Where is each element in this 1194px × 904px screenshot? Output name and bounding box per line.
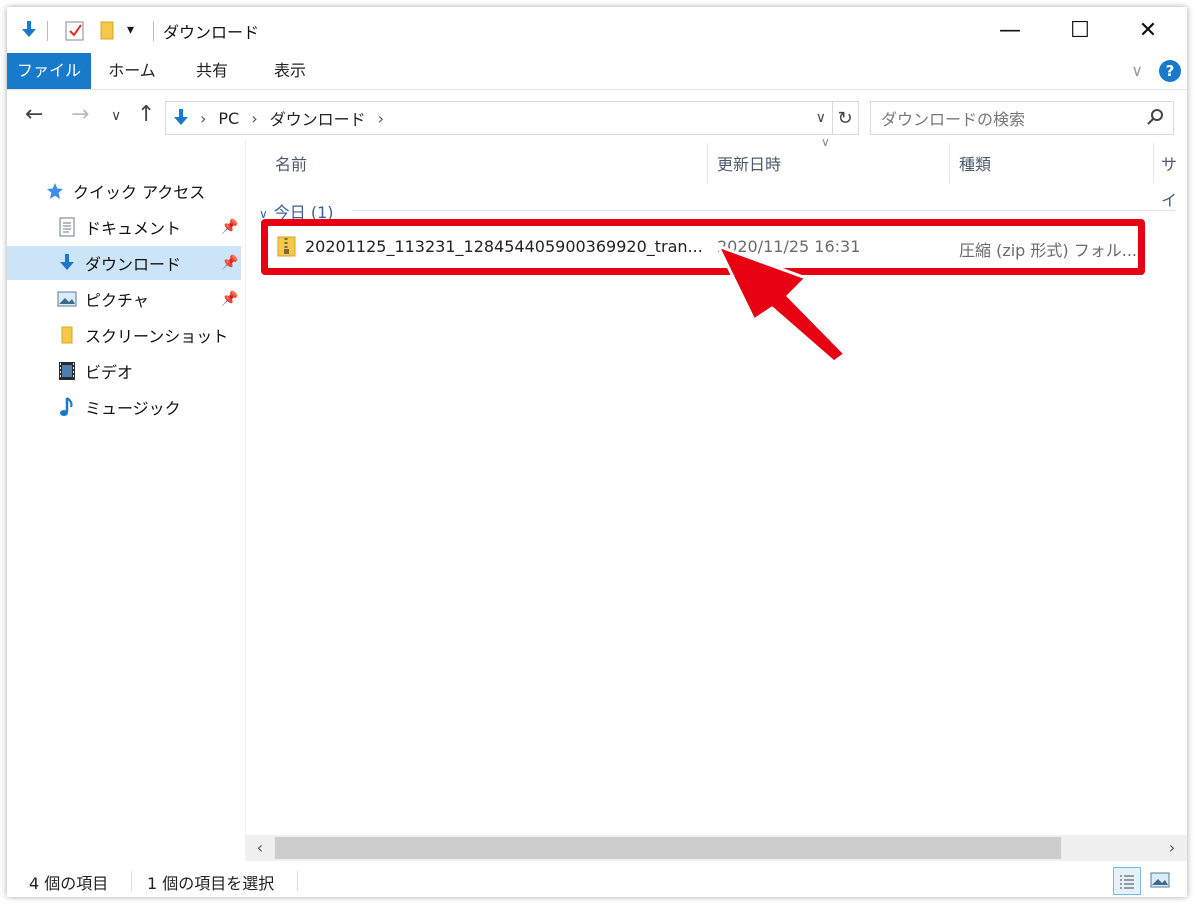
back-button[interactable]: ← <box>25 102 43 127</box>
column-header-modified[interactable]: 更新日時 <box>717 147 781 187</box>
folder-icon <box>57 325 77 345</box>
pin-icon: 📌 <box>221 219 239 235</box>
document-icon <box>57 217 77 237</box>
large-icons-view-icon <box>1150 872 1170 888</box>
sidebar-item-documents[interactable]: ドキュメント 📌 <box>7 210 241 244</box>
breadcrumb-separator: › <box>200 108 207 128</box>
sidebar-item-videos[interactable]: ビデオ <box>7 354 241 388</box>
up-button[interactable]: ↑ <box>137 102 155 127</box>
sidebar-item-downloads[interactable]: ダウンロード 📌 <box>7 246 241 280</box>
close-button[interactable]: ✕ <box>1125 7 1171 53</box>
details-view-icon <box>1120 875 1134 889</box>
ribbon-expand-icon[interactable]: ∨ <box>1131 61 1143 80</box>
recent-locations-button[interactable]: ∨ <box>111 108 121 124</box>
sidebar-item-quick-access[interactable]: クイック アクセス <box>7 174 241 208</box>
sidebar-item-label: ビデオ <box>85 363 134 382</box>
highlight-box <box>261 219 1145 275</box>
sidebar-item-screenshots[interactable]: スクリーンショット <box>7 318 241 352</box>
scroll-right-icon[interactable]: › <box>1161 837 1183 859</box>
selection-count: 1 個の項目を選択 <box>147 874 275 893</box>
sidebar-item-label: スクリーンショット <box>85 327 229 346</box>
customize-qat-icon[interactable]: ▾ <box>127 19 134 41</box>
sidebar-item-label: ドキュメント <box>85 219 182 238</box>
star-icon <box>45 181 65 201</box>
large-icons-view-button[interactable] <box>1147 867 1173 893</box>
maximize-button[interactable]: ☐ <box>1057 7 1103 53</box>
sidebar-item-music[interactable]: ミュージック <box>7 390 241 424</box>
search-input[interactable]: ダウンロードの検索 <box>881 106 1025 130</box>
breadcrumb-downloads[interactable]: ダウンロード <box>270 106 366 130</box>
properties-icon[interactable] <box>65 19 85 41</box>
breadcrumb-separator: › <box>251 108 258 128</box>
column-header-size[interactable]: サイ <box>1161 147 1187 210</box>
title-bar: ▾ ダウンロード — ☐ ✕ <box>7 7 1187 53</box>
window-title: ダウンロード <box>163 23 260 42</box>
minimize-button[interactable]: — <box>987 7 1033 53</box>
quick-access-download-icon[interactable] <box>19 19 39 41</box>
column-header-type[interactable]: 種類 <box>959 147 991 187</box>
item-count: 4 個の項目 <box>29 874 109 893</box>
tab-file[interactable]: ファイル <box>7 53 91 89</box>
sort-indicator-icon: ∨ <box>821 135 830 149</box>
sidebar-item-label: ピクチャ <box>85 291 149 310</box>
forward-button[interactable]: → <box>71 102 89 127</box>
sidebar-item-label: クイック アクセス <box>73 183 206 202</box>
tab-home[interactable]: ホーム <box>99 53 165 89</box>
video-icon <box>57 361 77 381</box>
scrollbar-thumb[interactable] <box>275 837 1061 859</box>
explorer-window: ▾ ダウンロード — ☐ ✕ ファイル ホーム 共有 表示 ∨ ? ← → ∨ … <box>7 7 1187 897</box>
navigation-bar: ← → ∨ ↑ › PC › ダウンロード › ∨ ↻ ダウンロードの検索 <box>7 90 1187 140</box>
search-box[interactable]: ダウンロードの検索 <box>870 101 1174 135</box>
pin-icon: 📌 <box>221 255 239 271</box>
address-dropdown-icon[interactable]: ∨ <box>816 110 826 126</box>
sidebar-item-pictures[interactable]: ピクチャ 📌 <box>7 282 241 316</box>
pin-icon: 📌 <box>221 291 239 307</box>
column-header-name[interactable]: 名前 <box>275 147 307 187</box>
tab-share[interactable]: 共有 <box>181 53 243 89</box>
breadcrumb-pc[interactable]: PC <box>218 109 239 128</box>
picture-icon <box>57 289 77 309</box>
download-location-icon <box>172 108 190 128</box>
music-icon <box>57 397 77 417</box>
download-icon <box>57 253 77 273</box>
navigation-pane: クイック アクセス ドキュメント 📌 ダウンロード 📌 ピクチャ 📌 スクリーン… <box>7 140 245 842</box>
scroll-left-icon[interactable]: ‹ <box>249 837 271 859</box>
search-icon[interactable] <box>1147 108 1165 130</box>
horizontal-scrollbar[interactable]: ‹ › <box>245 835 1187 861</box>
ribbon-tabs: ファイル ホーム 共有 表示 ∨ ? <box>7 53 1187 90</box>
tab-view[interactable]: 表示 <box>259 53 321 89</box>
sidebar-item-label: ミュージック <box>85 399 181 418</box>
sidebar-item-label: ダウンロード <box>85 255 182 274</box>
details-view-button[interactable] <box>1113 867 1141 895</box>
refresh-button[interactable]: ↻ <box>832 101 859 135</box>
breadcrumb-separator: › <box>377 108 385 128</box>
status-bar: 4 個の項目 1 個の項目を選択 <box>7 863 1187 897</box>
address-bar[interactable]: › PC › ダウンロード › ∨ <box>165 101 833 135</box>
help-icon[interactable]: ? <box>1159 60 1181 82</box>
new-folder-icon[interactable] <box>99 19 115 41</box>
